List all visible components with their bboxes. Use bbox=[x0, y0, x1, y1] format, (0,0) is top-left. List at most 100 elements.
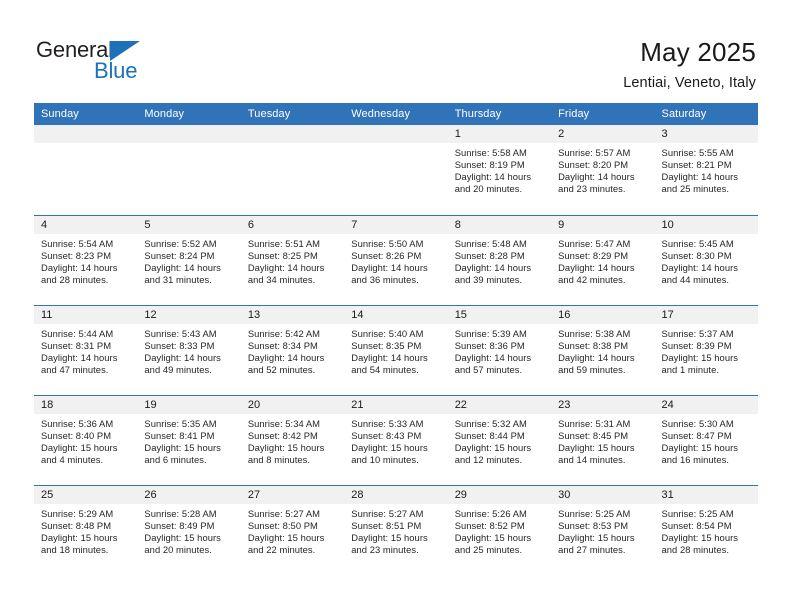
sunset-text: Sunset: 8:29 PM bbox=[558, 249, 629, 261]
day-cell[interactable] bbox=[240, 125, 345, 215]
calendar-page: General Blue May 2025 Lentiai, Veneto, I… bbox=[0, 0, 792, 612]
day-cell[interactable]: 18 Sunrise: 5:36 AM Sunset: 8:40 PM Dayl… bbox=[34, 394, 138, 485]
day-cell[interactable]: 24 Sunrise: 5:30 AM Sunset: 8:47 PM Dayl… bbox=[654, 394, 758, 485]
day-cell[interactable]: 1 Sunrise: 5:58 AM Sunset: 8:19 PM Dayli… bbox=[447, 125, 552, 215]
daylight-text-line2: and 25 minutes. bbox=[661, 183, 729, 195]
day-details: Sunrise: 5:35 AM Sunset: 8:41 PM Dayligh… bbox=[137, 414, 240, 466]
daylight-text-line1: Daylight: 14 hours bbox=[41, 351, 118, 363]
sunset-text: Sunset: 8:51 PM bbox=[351, 519, 422, 531]
sunrise-text: Sunrise: 5:33 AM bbox=[351, 417, 424, 429]
daylight-text-line2: and 23 minutes. bbox=[558, 183, 626, 195]
sunset-text: Sunset: 8:25 PM bbox=[247, 249, 318, 261]
day-cell[interactable]: 31 Sunrise: 5:25 AM Sunset: 8:54 PM Dayl… bbox=[654, 484, 758, 575]
calendar-week-row: 18 Sunrise: 5:36 AM Sunset: 8:40 PM Dayl… bbox=[34, 394, 758, 485]
day-cell[interactable] bbox=[137, 125, 241, 215]
day-cell[interactable]: 20 Sunrise: 5:34 AM Sunset: 8:42 PM Dayl… bbox=[240, 394, 345, 485]
generalblue-logo[interactable]: General Blue bbox=[36, 38, 216, 90]
sunrise-text: Sunrise: 5:43 AM bbox=[144, 327, 217, 339]
sunset-text: Sunset: 8:30 PM bbox=[661, 249, 732, 261]
day-number: 3 bbox=[654, 125, 758, 143]
sunrise-text: Sunrise: 5:44 AM bbox=[41, 327, 114, 339]
calendar-header-row: Sunday Monday Tuesday Wednesday Thursday… bbox=[34, 103, 758, 125]
day-number: 16 bbox=[551, 306, 655, 324]
day-details: Sunrise: 5:51 AM Sunset: 8:25 PM Dayligh… bbox=[241, 234, 344, 286]
daylight-text-line2: and 1 minute. bbox=[661, 363, 719, 375]
sunset-text: Sunset: 8:20 PM bbox=[558, 159, 629, 171]
sunset-text: Sunset: 8:50 PM bbox=[247, 519, 318, 531]
day-number: 5 bbox=[137, 216, 241, 234]
day-cell[interactable] bbox=[34, 125, 138, 215]
sunset-text: Sunset: 8:48 PM bbox=[41, 519, 112, 531]
day-details: Sunrise: 5:33 AM Sunset: 8:43 PM Dayligh… bbox=[344, 414, 447, 466]
day-number: 7 bbox=[344, 216, 448, 234]
daylight-text-line1: Daylight: 14 hours bbox=[351, 351, 428, 363]
day-cell[interactable]: 22 Sunrise: 5:32 AM Sunset: 8:44 PM Dayl… bbox=[447, 394, 552, 485]
day-number bbox=[137, 125, 241, 143]
daylight-text-line1: Daylight: 15 hours bbox=[661, 351, 738, 363]
day-cell[interactable]: 21 Sunrise: 5:33 AM Sunset: 8:43 PM Dayl… bbox=[344, 394, 448, 485]
day-cell[interactable]: 6 Sunrise: 5:51 AM Sunset: 8:25 PM Dayli… bbox=[240, 214, 345, 305]
day-details: Sunrise: 5:36 AM Sunset: 8:40 PM Dayligh… bbox=[34, 414, 137, 466]
day-cell[interactable]: 19 Sunrise: 5:35 AM Sunset: 8:41 PM Dayl… bbox=[137, 394, 241, 485]
day-cell[interactable]: 13 Sunrise: 5:42 AM Sunset: 8:34 PM Dayl… bbox=[240, 304, 345, 395]
sunset-text: Sunset: 8:43 PM bbox=[351, 429, 422, 441]
daylight-text-line2: and 57 minutes. bbox=[454, 363, 523, 375]
daylight-text-line2: and 20 minutes. bbox=[454, 183, 523, 195]
day-cell[interactable]: 29 Sunrise: 5:26 AM Sunset: 8:52 PM Dayl… bbox=[447, 484, 552, 575]
sunset-text: Sunset: 8:23 PM bbox=[41, 249, 112, 261]
day-cell[interactable]: 30 Sunrise: 5:25 AM Sunset: 8:53 PM Dayl… bbox=[551, 484, 655, 575]
sunset-text: Sunset: 8:24 PM bbox=[144, 249, 215, 261]
sunset-text: Sunset: 8:49 PM bbox=[144, 519, 215, 531]
calendar-week-row: 25 Sunrise: 5:29 AM Sunset: 8:48 PM Dayl… bbox=[34, 484, 758, 575]
day-cell[interactable]: 7 Sunrise: 5:50 AM Sunset: 8:26 PM Dayli… bbox=[344, 214, 448, 305]
daylight-text-line2: and 36 minutes. bbox=[351, 273, 419, 285]
day-cell[interactable]: 17 Sunrise: 5:37 AM Sunset: 8:39 PM Dayl… bbox=[654, 304, 758, 395]
day-number: 10 bbox=[654, 216, 758, 234]
day-cell[interactable]: 3 Sunrise: 5:55 AM Sunset: 8:21 PM Dayli… bbox=[654, 125, 758, 215]
day-cell[interactable]: 4 Sunrise: 5:54 AM Sunset: 8:23 PM Dayli… bbox=[34, 214, 138, 305]
day-cell[interactable]: 27 Sunrise: 5:27 AM Sunset: 8:50 PM Dayl… bbox=[240, 484, 345, 575]
day-cell[interactable]: 2 Sunrise: 5:57 AM Sunset: 8:20 PM Dayli… bbox=[551, 125, 655, 215]
weekday-header-monday: Monday bbox=[137, 103, 241, 125]
sunrise-text: Sunrise: 5:31 AM bbox=[558, 417, 631, 429]
day-number bbox=[34, 125, 138, 143]
day-cell[interactable]: 9 Sunrise: 5:47 AM Sunset: 8:29 PM Dayli… bbox=[551, 214, 655, 305]
daylight-text-line2: and 10 minutes. bbox=[351, 453, 419, 465]
day-cell[interactable]: 8 Sunrise: 5:48 AM Sunset: 8:28 PM Dayli… bbox=[447, 214, 552, 305]
day-number: 4 bbox=[34, 216, 138, 234]
weekday-header-friday: Friday bbox=[551, 103, 655, 125]
day-cell[interactable]: 15 Sunrise: 5:39 AM Sunset: 8:36 PM Dayl… bbox=[447, 304, 552, 395]
day-number: 17 bbox=[654, 306, 758, 324]
day-cell[interactable]: 23 Sunrise: 5:31 AM Sunset: 8:45 PM Dayl… bbox=[551, 394, 655, 485]
sunrise-text: Sunrise: 5:30 AM bbox=[661, 417, 734, 429]
daylight-text-line2: and 39 minutes. bbox=[454, 273, 523, 285]
daylight-text-line1: Daylight: 15 hours bbox=[454, 531, 532, 543]
day-cell[interactable] bbox=[344, 125, 448, 215]
day-cell[interactable]: 26 Sunrise: 5:28 AM Sunset: 8:49 PM Dayl… bbox=[137, 484, 241, 575]
sunset-text: Sunset: 8:39 PM bbox=[661, 339, 732, 351]
daylight-text-line2: and 52 minutes. bbox=[247, 363, 316, 375]
calendar-body: 1 Sunrise: 5:58 AM Sunset: 8:19 PM Dayli… bbox=[34, 125, 758, 575]
weekday-header-tuesday: Tuesday bbox=[240, 103, 345, 125]
day-details: Sunrise: 5:57 AM Sunset: 8:20 PM Dayligh… bbox=[551, 143, 654, 195]
sunrise-text: Sunrise: 5:51 AM bbox=[247, 237, 321, 249]
daylight-text-line2: and 47 minutes. bbox=[41, 363, 109, 375]
day-cell[interactable]: 16 Sunrise: 5:38 AM Sunset: 8:38 PM Dayl… bbox=[551, 304, 655, 395]
sunrise-text: Sunrise: 5:54 AM bbox=[41, 237, 114, 249]
daylight-text-line2: and 23 minutes. bbox=[351, 543, 419, 555]
sunrise-text: Sunrise: 5:57 AM bbox=[558, 147, 631, 158]
sunrise-text: Sunrise: 5:38 AM bbox=[558, 327, 631, 339]
daylight-text-line1: Daylight: 15 hours bbox=[351, 441, 428, 453]
calendar-week-row: 4 Sunrise: 5:54 AM Sunset: 8:23 PM Dayli… bbox=[34, 214, 758, 305]
day-cell[interactable]: 5 Sunrise: 5:52 AM Sunset: 8:24 PM Dayli… bbox=[137, 214, 241, 305]
sunset-text: Sunset: 8:33 PM bbox=[144, 339, 215, 351]
daylight-text-line2: and 28 minutes. bbox=[41, 273, 109, 285]
day-cell[interactable]: 10 Sunrise: 5:45 AM Sunset: 8:30 PM Dayl… bbox=[654, 214, 758, 305]
sunset-text: Sunset: 8:21 PM bbox=[661, 159, 732, 171]
day-cell[interactable]: 28 Sunrise: 5:27 AM Sunset: 8:51 PM Dayl… bbox=[344, 484, 448, 575]
day-cell[interactable]: 12 Sunrise: 5:43 AM Sunset: 8:33 PM Dayl… bbox=[137, 304, 241, 395]
day-cell[interactable]: 11 Sunrise: 5:44 AM Sunset: 8:31 PM Dayl… bbox=[34, 304, 138, 395]
day-cell[interactable]: 25 Sunrise: 5:29 AM Sunset: 8:48 PM Dayl… bbox=[34, 484, 138, 575]
day-cell[interactable]: 14 Sunrise: 5:40 AM Sunset: 8:35 PM Dayl… bbox=[344, 304, 448, 395]
daylight-text-line1: Daylight: 15 hours bbox=[247, 531, 325, 543]
